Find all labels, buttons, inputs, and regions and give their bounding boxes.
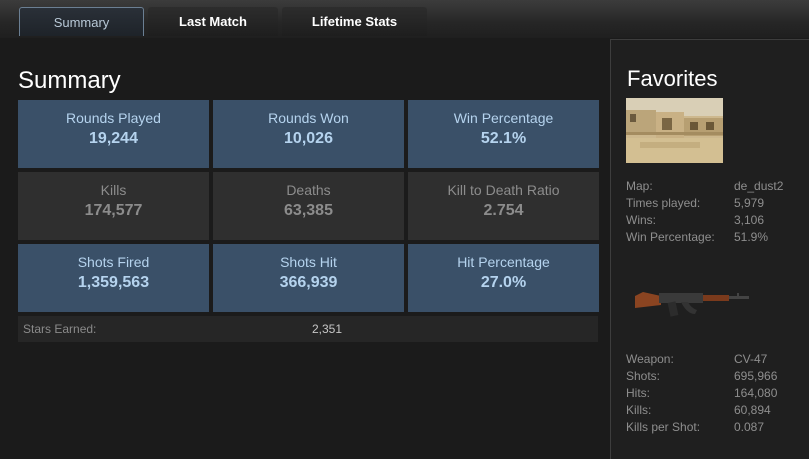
stat-label: Shots Hit [280, 254, 337, 270]
map-thumbnail [626, 98, 723, 163]
map-value: de_dust2 [734, 179, 784, 193]
favorites-title: Favorites [627, 66, 718, 91]
stars-earned-label: Stars Earned: [23, 322, 97, 336]
stat-label: Hit Percentage [457, 254, 550, 270]
stat-value: 2.754 [483, 202, 524, 219]
stat-label: Deaths [286, 182, 331, 198]
kills-key: Kills: [626, 403, 652, 417]
tab-lifetime-stats[interactable]: Lifetime Stats [282, 7, 427, 36]
stat-hit-percentage: Hit Percentage 27.0% [408, 244, 599, 312]
stat-value: 19,244 [89, 130, 138, 147]
stars-earned-row: Stars Earned: 2,351 [18, 316, 598, 342]
favorites-sidebar: Favorites Map: de_dust2 Times played: 5,97… [610, 39, 809, 459]
stat-value: 366,939 [279, 274, 338, 291]
stat-value: 10,026 [284, 130, 333, 147]
weapon-key: Weapon: [626, 352, 674, 366]
times-played-value: 5,979 [734, 196, 765, 210]
stat-label: Kill to Death Ratio [447, 182, 560, 198]
stars-earned-value: 2,351 [312, 322, 343, 336]
stat-value: 63,385 [284, 202, 333, 219]
tab-summary[interactable]: Summary [19, 7, 144, 36]
stat-deaths: Deaths 63,385 [213, 172, 404, 240]
rifle-icon [633, 284, 751, 320]
stat-label: Rounds Won [268, 110, 349, 126]
hits-key: Hits: [626, 386, 650, 400]
kills-per-shot-key: Kills per Shot: [626, 420, 701, 434]
map-win-percentage-value: 51.9% [734, 230, 769, 244]
stat-label: Shots Fired [77, 254, 150, 270]
shots-value: 695,966 [734, 369, 778, 383]
stat-shots-fired: Shots Fired 1,359,563 [18, 244, 209, 312]
stat-label: Rounds Played [66, 110, 161, 126]
map-win-percentage-key: Win Percentage: [626, 230, 715, 244]
stat-value: 27.0% [480, 274, 527, 291]
stat-kill-death-ratio: Kill to Death Ratio 2.754 [408, 172, 599, 240]
hits-value: 164,080 [734, 386, 778, 400]
stat-shots-hit: Shots Hit 366,939 [213, 244, 404, 312]
shots-key: Shots: [626, 369, 661, 383]
favorite-weapon-stats: Weapon: CV-47 Shots: 695,966 Hits: 164,080 … [626, 351, 806, 436]
weapon-value: CV-47 [734, 352, 768, 366]
wins-key: Wins: [626, 213, 656, 227]
times-played-key: Times played: [626, 196, 701, 210]
stat-value: 1,359,563 [77, 274, 150, 291]
kills-per-shot-value: 0.087 [734, 420, 765, 434]
page-title: Summary [18, 67, 121, 94]
map-key: Map: [626, 179, 653, 193]
wins-value: 3,106 [734, 213, 765, 227]
kills-value: 60,894 [734, 403, 771, 417]
stat-win-percentage: Win Percentage 52.1% [408, 100, 599, 168]
stat-label: Win Percentage [453, 110, 554, 126]
tab-last-match[interactable]: Last Match [148, 7, 278, 36]
stat-rounds-won: Rounds Won 10,026 [213, 100, 404, 168]
stat-value: 52.1% [480, 130, 527, 147]
stat-rounds-played: Rounds Played 19,244 [18, 100, 209, 168]
favorite-map-stats: Map: de_dust2 Times played: 5,979 Wins: 3,1… [626, 178, 806, 246]
stat-kills: Kills 174,577 [18, 172, 209, 240]
stat-value: 174,577 [84, 202, 143, 219]
stat-label: Kills [100, 182, 127, 198]
